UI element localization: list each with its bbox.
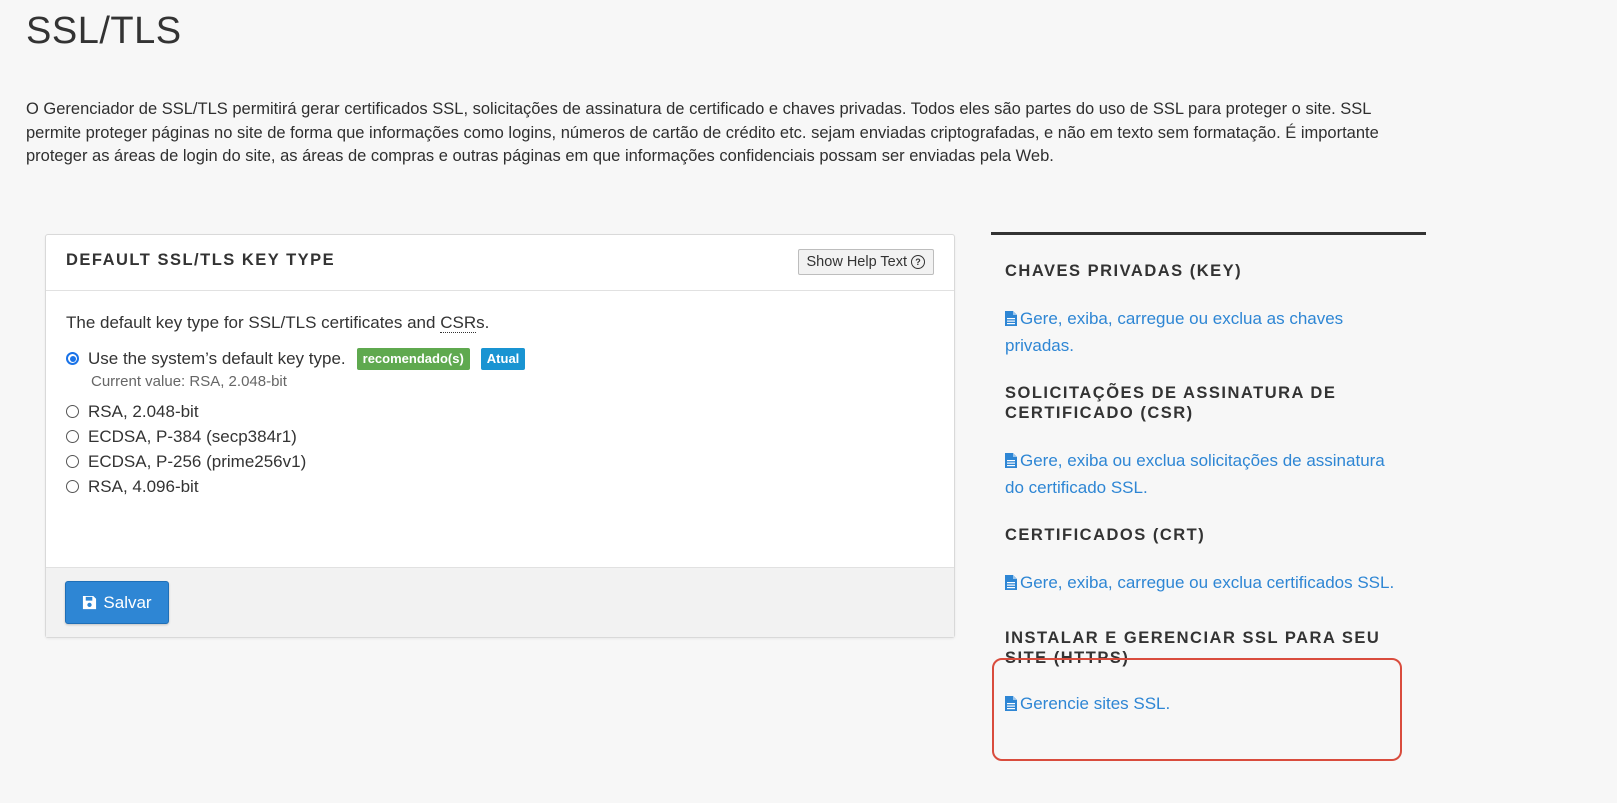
option-ecdsa-p384[interactable]: ECDSA, P-384 (secp384r1) [66,424,934,449]
section-certificates: CERTIFICADOS (CRT) Gere, exiba, carregue… [991,501,1426,596]
radio-system-default[interactable] [66,352,79,365]
recommended-badge: recomendado(s) [356,347,470,370]
option-label: ECDSA, P-256 (prime256v1) [88,451,307,471]
section-heading: CHAVES PRIVADAS (KEY) [1005,262,1243,280]
document-icon [1005,311,1017,326]
option-label: RSA, 4.096-bit [88,476,199,496]
save-button[interactable]: Salvar [65,581,169,624]
option-ecdsa-p256[interactable]: ECDSA, P-256 (prime256v1) [66,449,934,474]
private-keys-link[interactable]: Gere, exiba, carregue ou exclua as chave… [1005,305,1385,359]
option-rsa-4096[interactable]: RSA, 4.096-bit [66,474,934,499]
description-text: The default key type for SSL/TLS certifi… [66,313,441,332]
csr-link[interactable]: Gere, exiba ou exclua solicitações de as… [1005,447,1385,501]
link-text: Gere, exiba, carregue ou exclua certific… [1020,573,1395,592]
current-badge: Atual [480,347,526,370]
document-icon [1005,575,1017,590]
question-icon: ? [911,255,925,269]
save-icon [83,595,97,610]
panel-footer: Salvar [46,567,954,637]
help-button-label: Show Help Text [806,254,907,270]
save-label: Salvar [103,592,152,612]
section-heading: SOLICITAÇÕES DE ASSINATURA DE CERTIFICAD… [1005,384,1337,422]
certificates-link[interactable]: Gere, exiba, carregue ou exclua certific… [1005,569,1405,596]
page-title: SSL/TLS [26,10,182,52]
option-label: ECDSA, P-384 (secp384r1) [88,426,297,446]
section-private-keys: CHAVES PRIVADAS (KEY) Gere, exiba, carre… [991,235,1426,359]
radio-ecdsa-p384[interactable] [66,430,79,443]
panel-body: The default key type for SSL/TLS certifi… [46,291,954,574]
option-label: Use the system’s default key type. [88,348,346,368]
highlight-box [992,658,1402,761]
section-heading: CERTIFICADOS (CRT) [1005,526,1206,544]
option-rsa-2048[interactable]: RSA, 2.048-bit [66,399,934,424]
panel-title: DEFAULT SSL/TLS KEY TYPE [66,251,336,269]
ssl-sidebar: CHAVES PRIVADAS (KEY) Gere, exiba, carre… [991,232,1426,717]
document-icon [1005,453,1017,468]
section-csr: SOLICITAÇÕES DE ASSINATURA DE CERTIFICAD… [991,359,1426,501]
intro-text: O Gerenciador de SSL/TLS permitirá gerar… [26,100,1379,165]
description-suffix: s. [476,313,490,332]
option-system-default[interactable]: Use the system’s default key type. recom… [66,346,934,371]
key-type-description: The default key type for SSL/TLS certifi… [66,311,934,335]
radio-ecdsa-p256[interactable] [66,455,79,468]
link-text: Gere, exiba ou exclua solicitações de as… [1005,451,1385,497]
current-value-text: Current value: RSA, 2.048-bit [91,373,287,390]
panel-header: DEFAULT SSL/TLS KEY TYPE Show Help Text … [46,235,954,291]
default-key-type-panel: DEFAULT SSL/TLS KEY TYPE Show Help Text … [45,234,955,638]
csr-abbr: CSR [440,313,477,333]
radio-rsa-2048[interactable] [66,405,79,418]
radio-rsa-4096[interactable] [66,480,79,493]
link-text: Gere, exiba, carregue ou exclua as chave… [1005,309,1344,355]
option-label: RSA, 2.048-bit [88,401,199,421]
show-help-text-button[interactable]: Show Help Text ? [797,249,934,275]
